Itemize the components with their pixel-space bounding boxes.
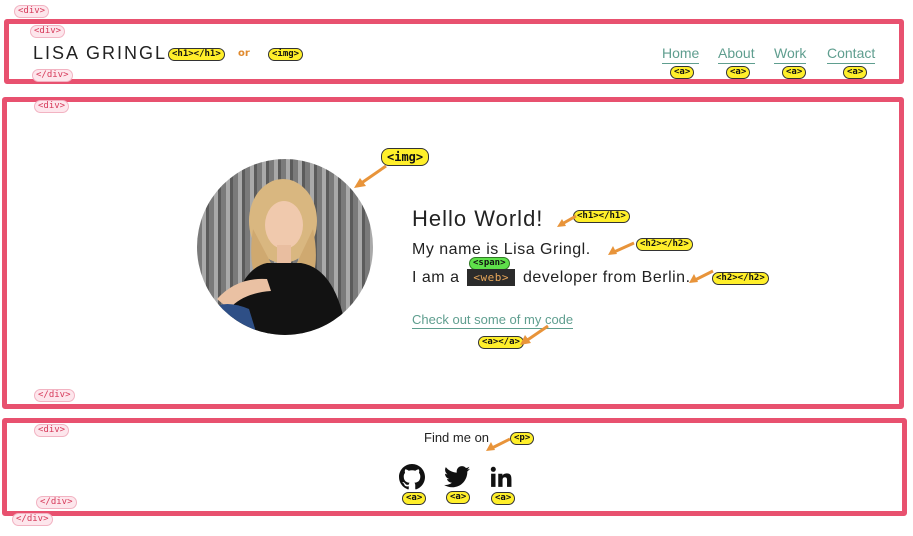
role-suffix: developer from Berlin. [523,269,691,286]
h1-tag-hero: <h1></h1> [573,210,630,223]
img-tag-photo: <img> [381,148,430,166]
twitter-icon[interactable] [443,463,471,491]
div-close-tag-header: </div> [32,69,73,82]
code-cta-link[interactable]: Check out some of my code [412,312,574,329]
a-tag-twitter: <a> [446,491,471,504]
h1-tag-logo: <h1></h1> [168,48,225,61]
div-open-tag-footer: <div> [34,424,70,437]
role-prefix: I am a [412,269,460,286]
a-tag-cta: <a></a> [478,336,524,349]
profile-photo [197,159,373,335]
or-label: or [238,48,250,59]
linkedin-icon-glyph [490,466,512,487]
web-badge: <web> [467,269,516,287]
p-tag-find: <p> [510,432,535,445]
div-open-tag-header: <div> [30,25,66,38]
a-tag-github: <a> [402,492,427,505]
hero-title: Hello World! [412,206,544,231]
site-logo[interactable]: LISA GRINGL [33,43,167,64]
find-me-text: Find me on [424,430,490,445]
img-tag-logo: <img> [268,48,304,61]
a-tag-work: <a> [782,66,807,79]
linkedin-icon[interactable] [487,463,515,491]
div-close-tag-main: </div> [34,389,75,402]
nav-about-link[interactable]: About [718,45,755,64]
a-tag-home: <a> [670,66,695,79]
github-icon[interactable] [398,463,426,491]
a-tag-contact: <a> [843,66,868,79]
twitter-icon-glyph [444,466,470,488]
h2-tag-name: <h2></h2> [636,238,693,251]
h2-tag-role: <h2></h2> [712,272,769,285]
nav-contact-link[interactable]: Contact [827,45,876,64]
div-close-tag-outer: </div> [12,513,53,526]
div-open-tag-outer: <div> [14,5,50,18]
div-open-tag-main: <div> [34,100,70,113]
a-tag-linkedin: <a> [491,492,516,505]
github-icon-glyph [399,464,425,490]
nav-home-link[interactable]: Home [662,45,700,64]
div-close-tag-footer: </div> [36,496,77,509]
a-tag-about: <a> [726,66,751,79]
hero-role-line: I am a <web> developer from Berlin. [412,269,691,287]
nav-work-link[interactable]: Work [774,45,807,64]
